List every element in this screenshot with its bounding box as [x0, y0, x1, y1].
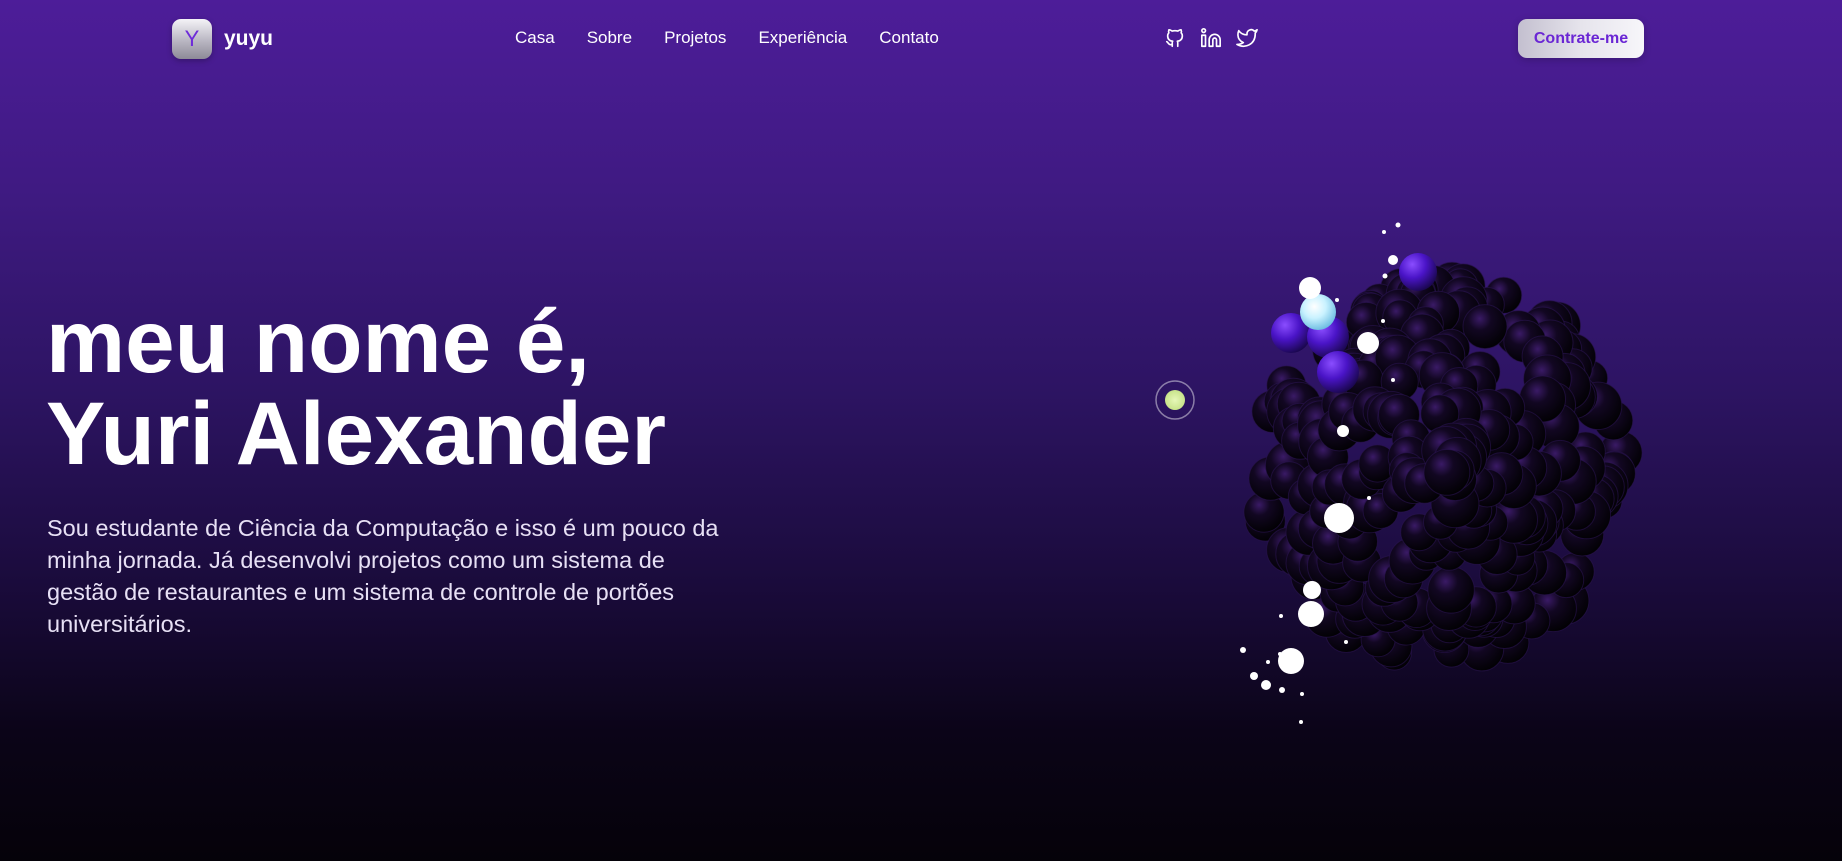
particle	[1395, 222, 1401, 228]
particle	[1382, 273, 1388, 279]
brand[interactable]: Y yuyu	[172, 19, 273, 59]
particle	[1250, 672, 1258, 680]
particle	[1261, 680, 1271, 690]
linkedin-icon[interactable]	[1200, 27, 1222, 49]
particle	[1299, 720, 1303, 724]
hero-title-line2: Yuri Alexander	[46, 383, 666, 483]
github-icon[interactable]	[1164, 27, 1186, 49]
social-links	[1164, 27, 1258, 49]
hire-me-button[interactable]: Contrate-me	[1518, 19, 1644, 58]
nav-link-contato[interactable]: Contato	[879, 28, 939, 48]
hero-title: meu nome é, Yuri Alexander	[46, 295, 666, 479]
particle	[1279, 614, 1283, 618]
brand-logo[interactable]: Y	[172, 19, 212, 59]
sphere-illustration[interactable]	[1140, 200, 1700, 740]
particle	[1367, 496, 1371, 500]
particle	[1279, 687, 1285, 693]
particle	[1278, 652, 1282, 656]
particle	[1388, 255, 1398, 265]
cursor-orb[interactable]	[1155, 380, 1195, 420]
particle	[1266, 660, 1270, 664]
nav-link-casa[interactable]: Casa	[515, 28, 555, 48]
hero-description: Sou estudante de Ciência da Computação e…	[47, 515, 719, 637]
site-header: Y yuyu Casa Sobre Projetos Experiência C…	[0, 0, 1842, 78]
particle	[1303, 581, 1321, 599]
brand-name[interactable]: yuyu	[224, 27, 273, 51]
dark-ball	[1423, 449, 1471, 496]
particle	[1335, 298, 1339, 302]
particle	[1337, 425, 1349, 437]
particle	[1324, 503, 1354, 533]
nav-link-projetos[interactable]: Projetos	[664, 28, 726, 48]
particle	[1344, 640, 1348, 644]
nav-link-experiencia[interactable]: Experiência	[758, 28, 847, 48]
particle	[1381, 319, 1385, 323]
particle	[1298, 601, 1324, 627]
main-nav: Casa Sobre Projetos Experiência Contato	[515, 28, 939, 48]
accent-ball	[1317, 351, 1359, 393]
particle	[1391, 378, 1395, 382]
dark-ball	[1427, 566, 1475, 614]
particle	[1278, 648, 1304, 674]
particle	[1300, 692, 1304, 696]
nav-link-sobre[interactable]: Sobre	[587, 28, 632, 48]
accent-ball	[1399, 253, 1437, 291]
particle	[1382, 230, 1386, 234]
particle	[1240, 647, 1246, 653]
twitter-icon[interactable]	[1236, 27, 1258, 49]
dark-ball	[1462, 304, 1508, 350]
particle	[1357, 332, 1379, 354]
hero-title-line1: meu nome é,	[46, 291, 591, 391]
brand-logo-letter: Y	[184, 26, 200, 51]
accent-ball	[1300, 294, 1336, 330]
particle	[1299, 277, 1321, 299]
